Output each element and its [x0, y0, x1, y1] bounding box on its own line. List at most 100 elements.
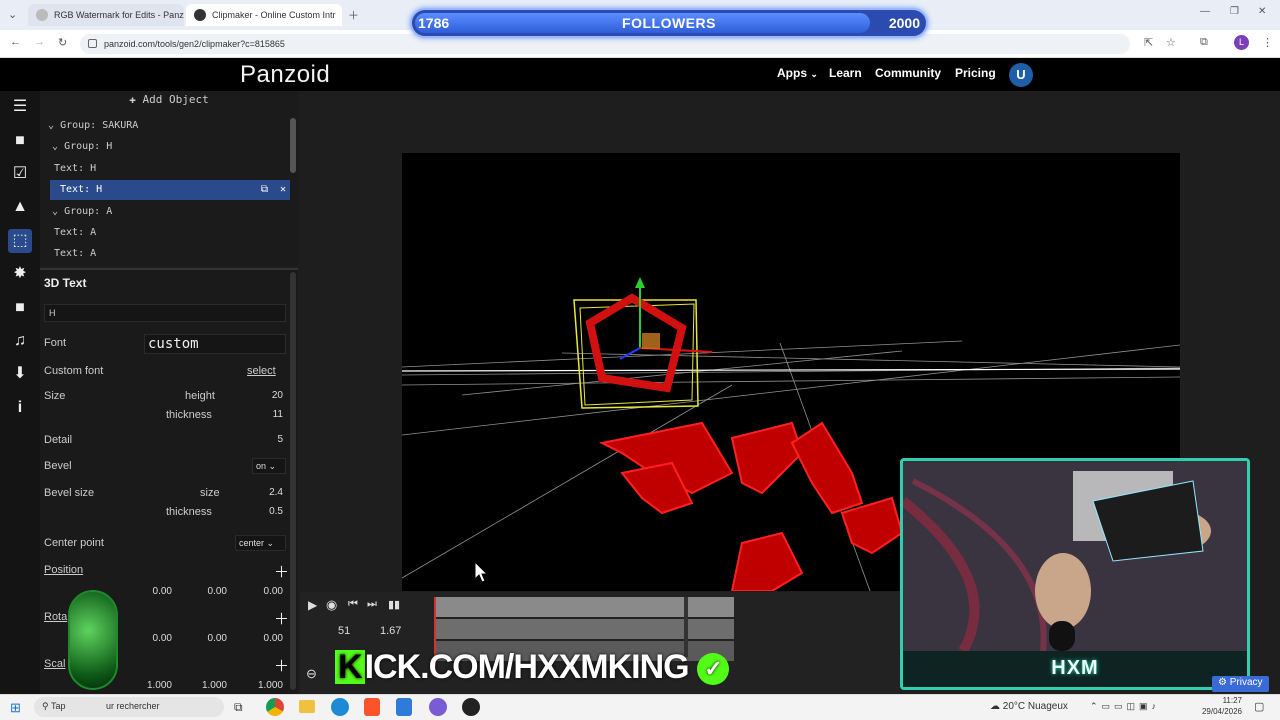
camera-icon[interactable]: ■ — [8, 296, 32, 320]
site-info-icon[interactable] — [88, 39, 97, 48]
zoom-icon[interactable]: ⊖ — [306, 666, 317, 682]
height-value[interactable]: 20 — [240, 390, 283, 401]
add-keyframe-scale-icon[interactable]: ＋ — [274, 655, 289, 676]
rotation-x[interactable]: 0.00 — [130, 633, 172, 644]
add-object-button[interactable]: ✚ Add Object — [40, 93, 298, 113]
font-select[interactable]: custom — [144, 334, 286, 354]
timeline-track-2[interactable] — [434, 619, 734, 639]
position-y[interactable]: 0.00 — [185, 586, 227, 597]
menu-kebab-icon[interactable]: ⋮ — [1262, 36, 1273, 49]
weather-widget[interactable]: ☁ 20°C Nuageux — [990, 701, 1068, 712]
nav-apps[interactable]: Apps ⌄ — [777, 66, 818, 80]
browser-tab[interactable]: RGB Watermark for Edits - Panz ✕ — [28, 4, 184, 26]
rotation-z[interactable]: 0.00 — [240, 633, 283, 644]
vscode-taskbar-icon[interactable] — [396, 698, 412, 716]
step-back-icon[interactable]: ⏮ — [348, 598, 358, 611]
play-icon[interactable]: ▶ — [308, 598, 317, 612]
rotation-y[interactable]: 0.00 — [185, 633, 227, 644]
followers-goal: 2000 — [888, 15, 920, 31]
tab-list-icon[interactable]: ⌄ — [8, 8, 17, 21]
install-icon[interactable]: ⇱ — [1144, 36, 1153, 49]
nav-pricing[interactable]: Pricing — [955, 66, 996, 80]
profile-avatar[interactable]: L — [1234, 35, 1249, 50]
effects-burst-icon[interactable]: ✸ — [8, 262, 32, 286]
add-keyframe-position-icon[interactable]: ＋ — [274, 561, 289, 582]
tree-item-text-a-2[interactable]: Text: A — [44, 244, 290, 264]
image-mountain-icon[interactable]: ▲ — [8, 195, 32, 219]
hamburger-menu-icon[interactable]: ☰ — [8, 95, 32, 119]
user-avatar[interactable]: U — [1009, 63, 1033, 87]
custom-font-select-link[interactable]: select — [247, 365, 276, 377]
clock-time[interactable]: 11:27 — [1210, 696, 1242, 705]
checkbox-icon[interactable]: ☑ — [8, 162, 32, 186]
add-keyframe-rotation-icon[interactable]: ＋ — [274, 608, 289, 629]
panzoid-logo[interactable]: Panzoid — [240, 58, 330, 91]
bookmark-star-icon[interactable]: ☆ — [1166, 36, 1176, 49]
preview-eye-icon[interactable]: ◉ — [326, 597, 337, 613]
privacy-badge[interactable]: ⚙ Privacy — [1212, 676, 1269, 692]
tree-item-group-h[interactable]: ⌄ Group: H — [44, 137, 290, 157]
back-icon[interactable]: ← — [10, 36, 21, 48]
timeline-track-1[interactable] — [434, 597, 734, 617]
position-x[interactable]: 0.00 — [130, 586, 172, 597]
nav-community[interactable]: Community — [875, 66, 941, 80]
scale-x[interactable]: 1.000 — [130, 680, 172, 691]
scale-z[interactable]: 1.000 — [240, 680, 283, 691]
position-z[interactable]: 0.00 — [240, 586, 283, 597]
music-note-icon[interactable]: ♫ — [8, 329, 32, 353]
close-window-icon[interactable]: ✕ — [1258, 6, 1266, 17]
center-point-select[interactable]: center ⌄ — [235, 535, 286, 551]
taskbar-search-box[interactable]: ⚲ Tap ur rechercher — [34, 697, 224, 717]
kick-coin-logo — [68, 590, 118, 690]
bevel-thickness-value[interactable]: 0.5 — [240, 506, 283, 517]
tree-item-text-h[interactable]: Text: H — [44, 159, 290, 179]
info-icon[interactable]: i — [8, 396, 32, 420]
obs-taskbar-icon[interactable] — [462, 698, 480, 716]
task-view-icon[interactable]: ⧉ — [234, 700, 243, 715]
download-icon[interactable]: ⬇ — [8, 362, 32, 386]
detail-value[interactable]: 5 — [240, 434, 283, 445]
folder-icon[interactable]: ■ — [8, 129, 32, 153]
bevel-select[interactable]: on ⌄ — [252, 458, 286, 474]
edge-taskbar-icon[interactable] — [331, 698, 349, 716]
thickness-value[interactable]: 11 — [240, 409, 283, 420]
position-label[interactable]: Position — [44, 564, 83, 576]
new-tab-icon[interactable]: ＋ — [348, 7, 359, 23]
bevel-size-value[interactable]: 2.4 — [240, 487, 283, 498]
rotation-label[interactable]: Rota — [44, 611, 67, 623]
extensions-icon[interactable]: ⧉ — [1200, 36, 1208, 49]
text-content-input[interactable]: H — [44, 304, 286, 322]
followers-goal-bar: 1786 FOLLOWERS 2000 — [410, 8, 928, 38]
reload-icon[interactable]: ↻ — [58, 36, 67, 49]
chrome-taskbar-icon[interactable] — [266, 698, 284, 716]
notification-icon[interactable]: ▢ — [1254, 700, 1264, 713]
forward-icon[interactable]: → — [34, 36, 45, 48]
tree-scrollbar[interactable] — [290, 118, 296, 173]
step-forward-icon[interactable]: ⏭ — [367, 598, 377, 611]
grid-axis — [402, 368, 1180, 372]
tree-item-group-a[interactable]: ⌄ Group: A — [44, 202, 290, 222]
props-scrollbar[interactable] — [290, 272, 296, 690]
file-explorer-icon[interactable] — [299, 700, 315, 713]
tree-item-group-sakura[interactable]: ⌄ Group: SAKURA — [44, 116, 290, 136]
tree-item-text-a[interactable]: Text: A — [44, 223, 290, 243]
browser-tab-active[interactable]: Clipmaker - Online Custom Intr ✕ — [186, 4, 342, 26]
windows-start-icon[interactable]: ⊞ — [10, 700, 21, 716]
objects-3d-icon[interactable]: ⬚ — [8, 229, 32, 253]
scale-label[interactable]: Scal — [44, 658, 65, 670]
kick-banner: KICK.COM/HXXMKING ✓ — [335, 648, 730, 687]
maximize-icon[interactable]: ❐ — [1230, 6, 1239, 17]
clock-date[interactable]: 29/04/2026 — [1196, 707, 1242, 716]
system-tray-icons[interactable]: ⌃▭▭◫▣♪ — [1090, 701, 1160, 712]
scale-y[interactable]: 1.000 — [185, 680, 227, 691]
duplicate-icon[interactable]: ⧉ — [261, 180, 268, 200]
waveform-icon[interactable]: ▮▮ — [388, 598, 400, 611]
selected-object-gizmo[interactable] — [573, 277, 713, 409]
minimize-icon[interactable]: — — [1200, 6, 1210, 17]
nav-learn[interactable]: Learn — [829, 66, 862, 80]
delete-icon[interactable]: ✕ — [280, 180, 286, 200]
brave-taskbar-icon[interactable] — [364, 698, 380, 716]
tree-item-text-h-selected[interactable]: Text: H ⧉ ✕ — [50, 180, 290, 200]
app-taskbar-icon[interactable] — [429, 698, 447, 716]
bevel-size-label: Bevel size — [44, 487, 95, 499]
